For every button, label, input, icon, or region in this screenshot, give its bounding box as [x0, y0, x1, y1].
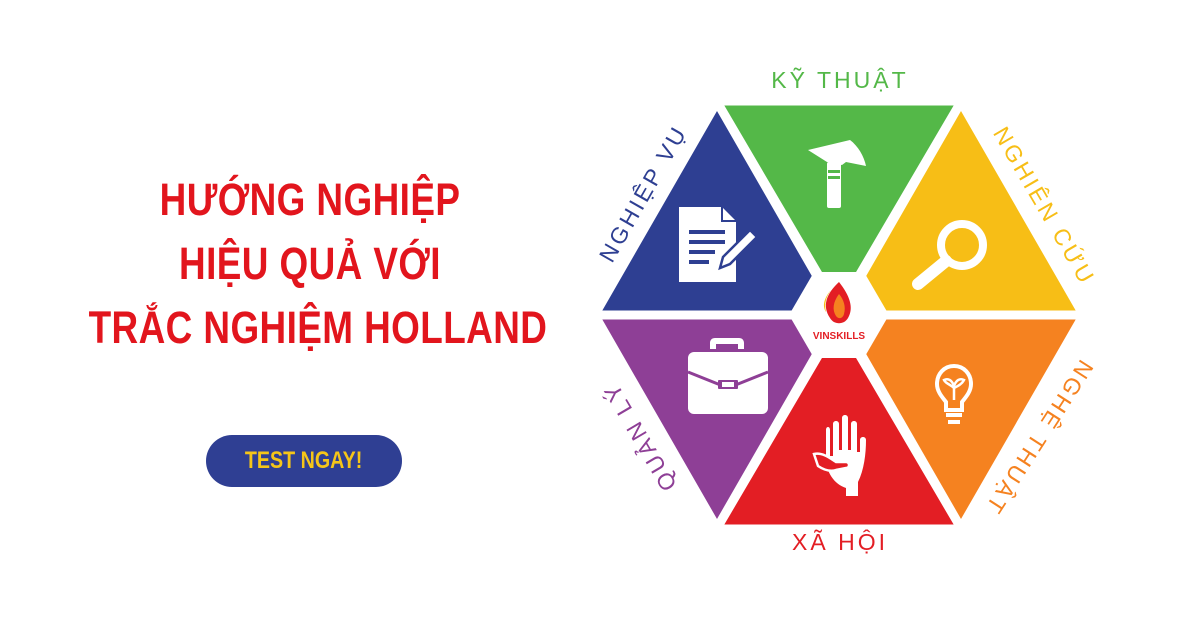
logo-text: VINSKILLS — [813, 331, 866, 342]
label-ky-thuat: KỸ THUẬT — [771, 67, 908, 93]
holland-hexagon: VINSKILLS KỸ THUẬT NGHIÊN CỨU NGHỆ THUẬT… — [594, 67, 1098, 555]
label-xa-hoi: XÃ HỘI — [792, 528, 888, 555]
